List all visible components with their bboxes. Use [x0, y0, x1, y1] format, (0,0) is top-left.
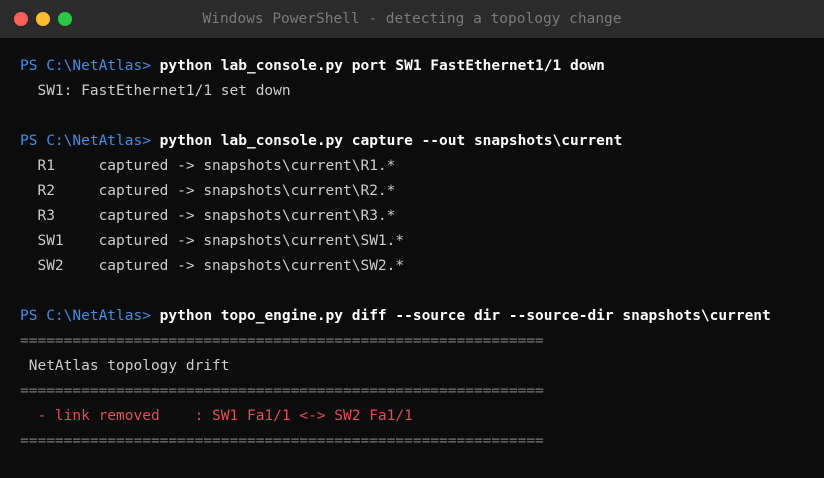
command-text: python lab_console.py capture --out snap… [150, 133, 623, 149]
command-text: python topo_engine.py diff --source dir … [150, 308, 771, 324]
output-line: SW1: FastEthernet1/1 set down [20, 79, 824, 104]
separator-rule: ========================================… [20, 379, 824, 404]
link-removed-line: - link removed : SW1 Fa1/1 <-> SW2 Fa1/1 [20, 404, 824, 429]
output-line: NetAtlas topology drift [20, 354, 824, 379]
prompt: PS C:\NetAtlas> [20, 133, 151, 149]
output-line-text: SW1 captured -> snapshots\current\SW1.* [20, 233, 405, 249]
output-line-text: R1 captured -> snapshots\current\R1.* [20, 158, 396, 174]
prompt: PS C:\NetAtlas> [20, 308, 151, 324]
powershell-window: Windows PowerShell - detecting a topolog… [0, 0, 824, 478]
output-line: SW1 captured -> snapshots\current\SW1.* [20, 229, 824, 254]
command-line: PS C:\NetAtlas> python lab_console.py ca… [20, 129, 824, 154]
output-line: R2 captured -> snapshots\current\R2.* [20, 179, 824, 204]
separator-rule-text: ========================================… [20, 383, 544, 399]
title-bar: Windows PowerShell - detecting a topolog… [0, 0, 824, 38]
separator-rule: ========================================… [20, 329, 824, 354]
output-line-text: R3 captured -> snapshots\current\R3.* [20, 208, 396, 224]
command-line: PS C:\NetAtlas> python lab_console.py po… [20, 54, 824, 79]
window-title: Windows PowerShell - detecting a topolog… [202, 11, 622, 27]
prompt: PS C:\NetAtlas> [20, 58, 151, 74]
output-line: SW2 captured -> snapshots\current\SW2.* [20, 254, 824, 279]
command-line: PS C:\NetAtlas> python topo_engine.py di… [20, 304, 824, 329]
output-line-text: SW2 captured -> snapshots\current\SW2.* [20, 258, 405, 274]
separator-rule-text: ========================================… [20, 433, 544, 449]
output-line-text: SW1: FastEthernet1/1 set down [20, 83, 291, 99]
separator-rule-text: ========================================… [20, 333, 544, 349]
terminal-output[interactable]: PS C:\NetAtlas> python lab_console.py po… [20, 54, 824, 454]
output-line-text: R2 captured -> snapshots\current\R2.* [20, 183, 396, 199]
command-text: python lab_console.py port SW1 FastEther… [150, 58, 605, 74]
output-line: R1 captured -> snapshots\current\R1.* [20, 154, 824, 179]
output-line: R3 captured -> snapshots\current\R3.* [20, 204, 824, 229]
output-line-text: NetAtlas topology drift [20, 358, 230, 374]
link-removed-line-text: - link removed : SW1 Fa1/1 <-> SW2 Fa1/1 [20, 408, 413, 424]
separator-rule: ========================================… [20, 429, 824, 454]
